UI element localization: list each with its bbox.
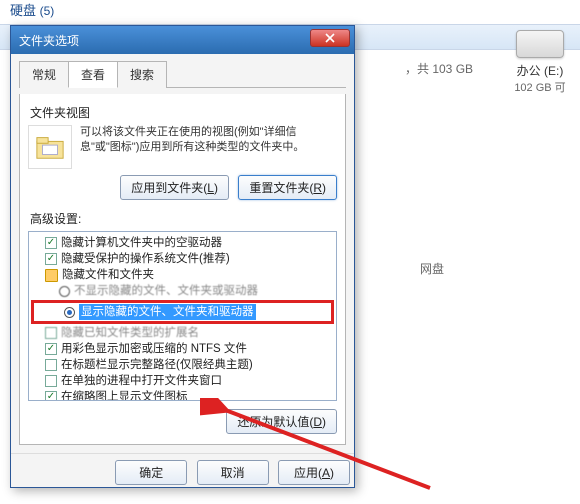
tab-panel-view: 文件夹视图 可以将该文件夹正在使用的视图(例如"详细信息"或"图标")应用到所有… xyxy=(19,94,346,445)
titlebar[interactable]: 文件夹选项 xyxy=(11,26,354,54)
tab-search[interactable]: 搜索 xyxy=(117,61,167,88)
checkbox-icon[interactable] xyxy=(45,391,57,401)
opt-hide-protected-os-files[interactable]: 隐藏受保护的操作系统文件(推荐) xyxy=(31,251,334,267)
opt-dont-show-hidden[interactable]: 不显示隐藏的文件、文件夹或驱动器 xyxy=(31,283,334,299)
checkbox-icon[interactable] xyxy=(45,343,57,355)
folder-view-label: 文件夹视图 xyxy=(30,104,337,121)
folder-view-buttons: 应用到文件夹(L) 重置文件夹(R) xyxy=(28,175,337,200)
highlight-red-box: 显示隐藏的文件、文件夹和驱动器 xyxy=(31,300,334,324)
advanced-label: 高级设置: xyxy=(30,210,337,227)
folder-view-description: 可以将该文件夹正在使用的视图(例如"详细信息"或"图标")应用到所有这种类型的文… xyxy=(80,125,337,169)
cancel-button[interactable]: 取消 xyxy=(197,460,269,485)
checkbox-icon[interactable] xyxy=(45,253,57,265)
tab-view[interactable]: 查看 xyxy=(68,61,118,88)
drive-sub: 102 GB 可 xyxy=(510,79,570,95)
apply-to-folders-button[interactable]: 应用到文件夹(L) xyxy=(120,175,229,200)
dialog-body: 常规 查看 搜索 文件夹视图 可以将该文件夹正在使用的视图(例如"详细信息"或"… xyxy=(11,54,354,453)
checkbox-icon[interactable] xyxy=(45,237,57,249)
restore-row: 还原为默认值(D) xyxy=(28,409,337,434)
dialog-buttons: 确定 取消 应用(A) xyxy=(11,453,354,487)
opt-separate-process[interactable]: 在单独的进程中打开文件夹窗口 xyxy=(31,373,334,389)
reset-folders-button[interactable]: 重置文件夹(R) xyxy=(238,175,337,200)
radio-icon[interactable] xyxy=(64,307,75,318)
drive-label: 办公 (E:) xyxy=(510,62,570,79)
opt-thumb-icons[interactable]: 在缩略图上显示文件图标 xyxy=(31,389,334,401)
drive-e[interactable]: 办公 (E:) 102 GB 可 xyxy=(510,30,570,95)
tab-general[interactable]: 常规 xyxy=(19,61,69,88)
folder-glyph-icon xyxy=(45,269,58,282)
radio-icon[interactable] xyxy=(59,286,70,297)
opt-hidden-files-group[interactable]: 隐藏文件和文件夹 xyxy=(31,267,334,283)
close-icon xyxy=(325,33,335,43)
opt-color-ntfs[interactable]: 用彩色显示加密或压缩的 NTFS 文件 xyxy=(31,341,334,357)
folder-view-row: 可以将该文件夹正在使用的视图(例如"详细信息"或"图标")应用到所有这种类型的文… xyxy=(28,125,337,169)
advanced-settings-tree[interactable]: 隐藏计算机文件夹中的空驱动器 隐藏受保护的操作系统文件(推荐) 隐藏文件和文件夹… xyxy=(28,231,337,401)
tab-strip: 常规 查看 搜索 xyxy=(19,60,346,88)
restore-defaults-button[interactable]: 还原为默认值(D) xyxy=(226,409,337,434)
opt-show-hidden[interactable]: 显示隐藏的文件、文件夹和驱动器 xyxy=(36,304,329,320)
opt-full-path-titlebar[interactable]: 在标题栏显示完整路径(仅限经典主题) xyxy=(31,357,334,373)
netdisk-label: 网盘 xyxy=(420,260,444,277)
section-title: 硬盘 xyxy=(10,3,36,18)
section-count: (5) xyxy=(40,4,55,18)
freespace-text: ，共 103 GB xyxy=(405,60,473,77)
apply-button[interactable]: 应用(A) xyxy=(278,460,350,485)
explorer-section-header: 硬盘 (5) xyxy=(0,0,580,24)
opt-hide-empty-drives[interactable]: 隐藏计算机文件夹中的空驱动器 xyxy=(31,235,334,251)
checkbox-icon[interactable] xyxy=(45,375,57,387)
folder-view-icon xyxy=(28,125,72,169)
selected-label: 显示隐藏的文件、文件夹和驱动器 xyxy=(79,304,256,320)
checkbox-icon[interactable] xyxy=(45,327,57,339)
ok-button[interactable]: 确定 xyxy=(115,460,187,485)
close-button[interactable] xyxy=(310,29,350,47)
checkbox-icon[interactable] xyxy=(45,359,57,371)
folder-options-dialog: 文件夹选项 常规 查看 搜索 文件夹视图 可以将该文件夹正在使用的视图(例如"详… xyxy=(10,25,355,488)
dialog-title: 文件夹选项 xyxy=(19,32,79,49)
opt-hide-ext[interactable]: 隐藏已知文件类型的扩展名 xyxy=(31,325,334,341)
folder-icon xyxy=(35,132,65,162)
hard-drive-icon xyxy=(516,30,564,58)
